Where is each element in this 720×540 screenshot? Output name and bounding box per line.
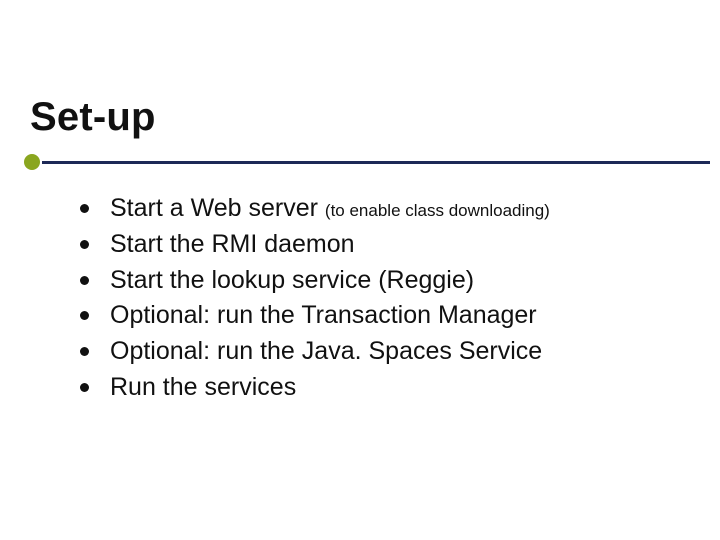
bullet-icon	[80, 204, 89, 213]
bullet-icon	[80, 383, 89, 392]
content-area: Start a Web server (to enable class down…	[80, 192, 680, 407]
list-item: Optional: run the Transaction Manager	[80, 299, 680, 333]
bullet-icon	[80, 276, 89, 285]
list-item: Start a Web server (to enable class down…	[80, 192, 680, 226]
slide-title: Set-up	[30, 95, 156, 140]
list-item-text: Run the services	[110, 373, 296, 401]
list-item-subtext: (to enable class downloading)	[325, 201, 550, 220]
list-item-text: Optional: run the Java. Spaces Service	[110, 337, 542, 365]
list-item: Run the services	[80, 371, 680, 405]
bullet-icon	[80, 347, 89, 356]
bullet-list: Start a Web server (to enable class down…	[80, 192, 680, 405]
title-block: Set-up	[30, 95, 156, 140]
slide: Set-up Start a Web server (to enable cla…	[0, 0, 720, 540]
bullet-icon	[80, 240, 89, 249]
list-item-text: Start the lookup service (Reggie)	[110, 266, 474, 294]
list-item-text: Optional: run the Transaction Manager	[110, 301, 537, 329]
bullet-icon	[80, 311, 89, 320]
list-item: Start the lookup service (Reggie)	[80, 264, 680, 298]
list-item: Optional: run the Java. Spaces Service	[80, 335, 680, 369]
rule-bar	[42, 161, 710, 164]
list-item-text: Start a Web server	[110, 194, 325, 222]
list-item-text: Start the RMI daemon	[110, 230, 355, 258]
rule-dot-icon	[24, 154, 40, 170]
title-rule	[24, 158, 710, 166]
list-item: Start the RMI daemon	[80, 228, 680, 262]
